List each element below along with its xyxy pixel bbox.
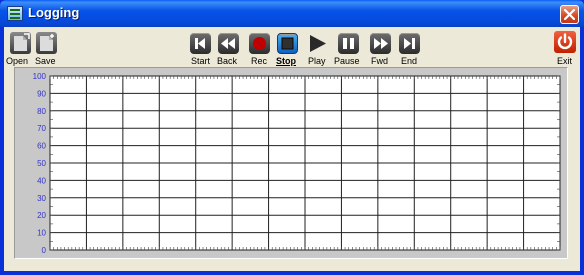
app-icon [7, 6, 23, 21]
y-tick-label: 50 [37, 159, 46, 168]
start-button[interactable]: Start [188, 33, 212, 66]
play-button[interactable]: Play [305, 33, 329, 66]
play-label: Play [308, 56, 326, 66]
y-tick-label: 30 [37, 194, 46, 203]
start-label: Start [191, 56, 211, 66]
skip-start-icon [190, 33, 211, 54]
rewind-icon [218, 33, 239, 54]
end-button[interactable]: End [397, 33, 421, 66]
stop-button[interactable]: Stop [275, 33, 301, 66]
stop-label: Stop [276, 56, 296, 66]
y-tick-label: 40 [37, 176, 46, 185]
open-button[interactable]: Open [6, 32, 34, 66]
end-label: End [401, 56, 418, 66]
skip-end-icon [399, 33, 420, 54]
play-icon [307, 33, 328, 54]
fwd-button[interactable]: Fwd [368, 33, 392, 66]
back-button[interactable]: Back [216, 33, 242, 66]
logging-window: Logging Open Save Start Back Rec Stop Pl… [0, 0, 584, 275]
y-tick-label: 100 [33, 72, 47, 81]
save-label: Save [35, 56, 56, 66]
chart-panel: 100 90 80 70 60 50 40 30 20 10 0 [14, 67, 568, 259]
y-tick-label: 0 [42, 246, 47, 255]
y-tick-label: 70 [37, 124, 46, 133]
client-area: Open Save Start Back Rec Stop Play Pause… [4, 27, 580, 271]
exit-button[interactable]: Exit [552, 31, 576, 66]
y-tick-label: 10 [37, 229, 46, 238]
stop-icon [277, 33, 298, 54]
power-icon [554, 31, 576, 53]
close-icon [564, 9, 575, 20]
folder-open-icon [10, 32, 31, 54]
pause-label: Pause [334, 56, 360, 66]
rec-label: Rec [251, 56, 268, 66]
exit-label: Exit [557, 56, 573, 66]
save-button[interactable]: Save [32, 32, 62, 66]
fwd-label: Fwd [371, 56, 389, 66]
back-label: Back [217, 56, 238, 66]
fast-forward-icon [370, 33, 391, 54]
rec-button[interactable]: Rec [248, 33, 272, 66]
record-icon [249, 33, 270, 54]
save-icon [36, 32, 57, 54]
pause-button[interactable]: Pause [334, 33, 362, 66]
y-tick-label: 80 [37, 107, 46, 116]
y-tick-label: 90 [37, 89, 46, 98]
y-tick-label: 20 [37, 211, 46, 220]
close-button[interactable] [560, 5, 579, 24]
open-label: Open [6, 56, 29, 66]
y-tick-label: 60 [37, 142, 46, 151]
window-title: Logging [28, 5, 80, 20]
pause-icon [338, 33, 359, 54]
title-bar[interactable]: Logging [0, 0, 584, 27]
logging-chart[interactable]: 1009080706050403020100 [15, 68, 567, 258]
